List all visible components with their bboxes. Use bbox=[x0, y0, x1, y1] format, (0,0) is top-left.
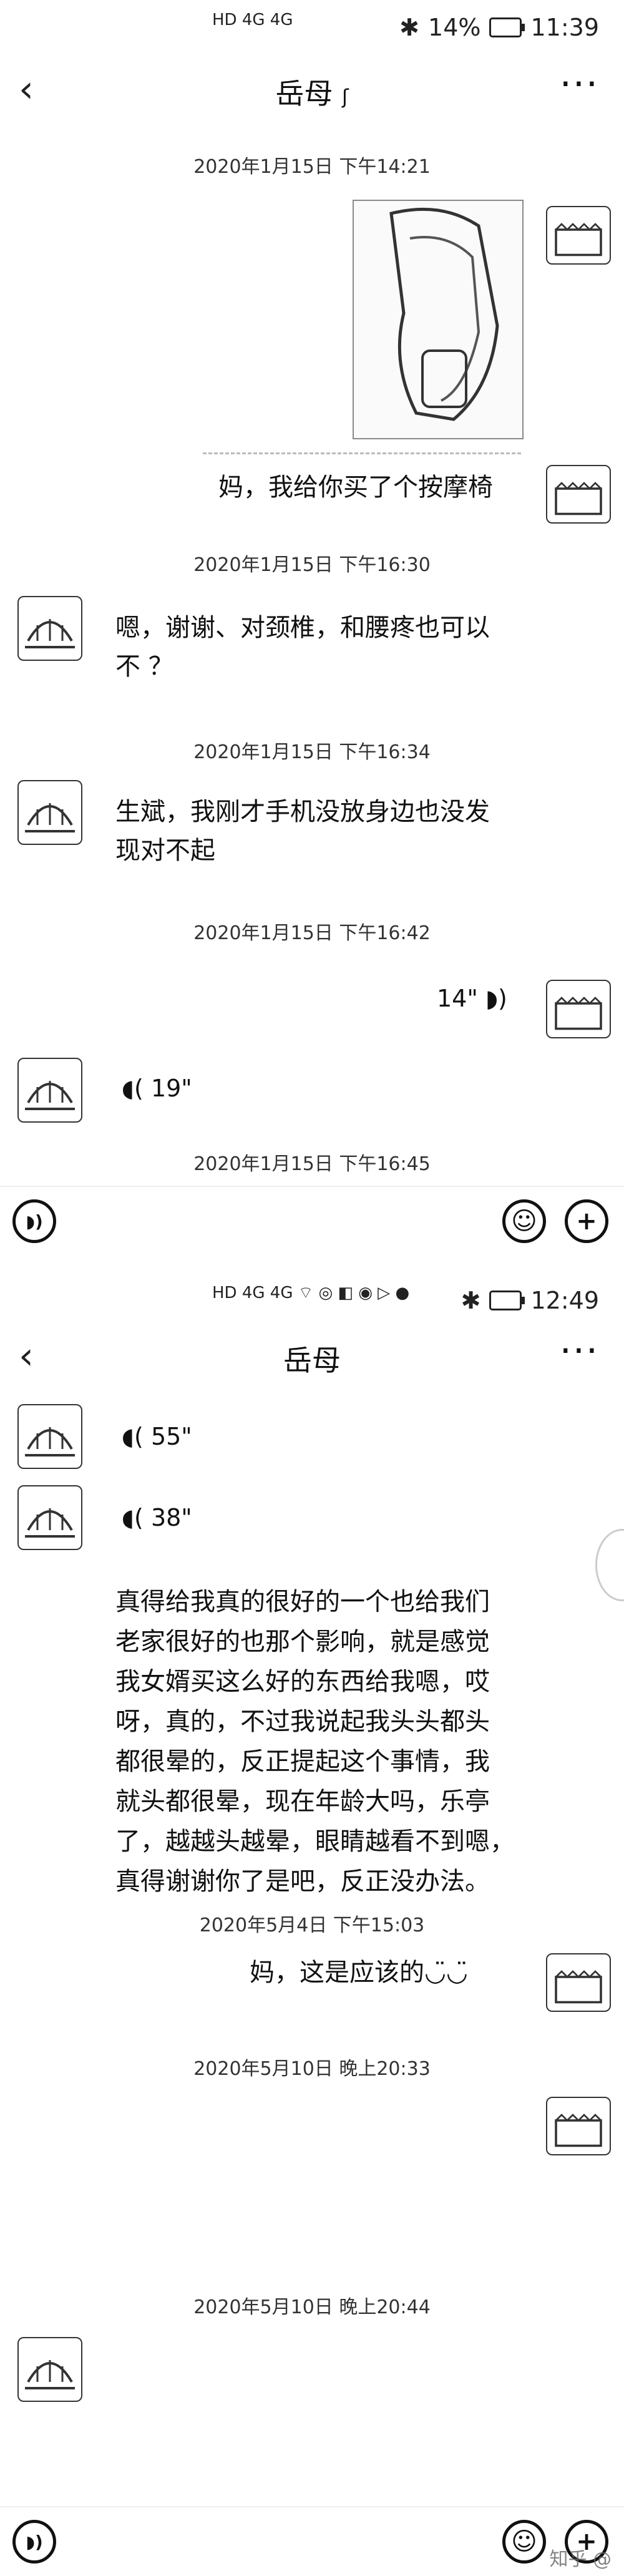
contact-avatar[interactable] bbox=[17, 596, 82, 661]
chat-header: ‹ 岳母 ʃ ··· bbox=[0, 56, 624, 125]
voice-input-icon[interactable]: ◗) bbox=[12, 2520, 56, 2564]
contact-avatar[interactable] bbox=[17, 2337, 82, 2402]
ear-icon: ʃ bbox=[341, 85, 349, 109]
my-avatar[interactable] bbox=[546, 206, 611, 265]
battery-percent: 14% bbox=[428, 14, 481, 41]
contact-avatar[interactable] bbox=[17, 1404, 82, 1469]
battery-icon bbox=[489, 17, 525, 37]
voice-duration: 14" bbox=[437, 985, 478, 1012]
message-text: 生斌，我刚才手机没放身边也没发 现对不起 bbox=[115, 798, 490, 865]
bubble-divider bbox=[203, 452, 521, 454]
timestamp: 2020年1月15日 下午16:45 bbox=[193, 1153, 431, 1175]
timestamp: 2020年5月10日 晚上20:44 bbox=[193, 2296, 431, 2318]
voice-duration: 38" bbox=[150, 1504, 192, 1531]
floating-handle[interactable] bbox=[595, 1529, 624, 1601]
clock: 12:49 bbox=[530, 1287, 599, 1314]
massage-chair-photo bbox=[389, 207, 499, 421]
chat-header: ‹ 岳母 ··· bbox=[0, 1323, 624, 1392]
battery-icon bbox=[489, 1290, 525, 1310]
signal-icon: HD 4G 4G ⌔ ◎ ◧ ◉ ▷ ● bbox=[212, 1284, 410, 1302]
voice-transcript: 真得给我真的很好的一个也给我们 老家很好的也那个影响，就是感觉 我女婿买这么好的… bbox=[115, 1588, 515, 1896]
contact-avatar[interactable] bbox=[17, 1058, 82, 1123]
signal-icon: HD 4G 4G bbox=[212, 11, 293, 29]
voice-wave-icon: ◖( bbox=[122, 1075, 144, 1102]
clock: 11:39 bbox=[530, 14, 599, 41]
status-bar: HD 4G 4G ⌔ ◎ ◧ ◉ ▷ ● ✱ 12:49 bbox=[0, 1273, 624, 1329]
message-text: 妈，这是应该的◡̈◡̈ bbox=[250, 1958, 468, 1987]
voice-wave-icon: ◖( bbox=[122, 1504, 144, 1531]
timestamp: 2020年1月15日 下午14:21 bbox=[193, 156, 431, 178]
chat-screen-2: HD 4G 4G ⌔ ◎ ◧ ◉ ▷ ● ✱ 12:49 ‹ 岳母 ··· ◖(… bbox=[0, 1273, 624, 2576]
message-text: 妈，我给你买了个按摩椅 bbox=[218, 473, 493, 502]
timestamp: 2020年1月15日 下午16:34 bbox=[193, 741, 431, 763]
photo-message[interactable] bbox=[353, 200, 524, 439]
input-bar: ◗) ☺ + bbox=[0, 1186, 624, 1256]
contact-avatar[interactable] bbox=[17, 1485, 82, 1550]
voice-duration: 19" bbox=[150, 1075, 192, 1102]
message-text: 嗯，谢谢、对颈椎，和腰疼也可以 不 ？ bbox=[115, 613, 490, 681]
chat-title: 岳母 ʃ bbox=[275, 77, 349, 110]
voice-message[interactable]: ◖( 55" bbox=[122, 1423, 192, 1450]
voice-message[interactable]: ◖( 19" bbox=[122, 1075, 192, 1102]
voice-duration: 55" bbox=[150, 1423, 192, 1450]
voice-message[interactable]: ◖( 38" bbox=[122, 1504, 192, 1531]
input-bar: ◗) ☺ + bbox=[0, 2506, 624, 2576]
timestamp: 2020年1月15日 下午16:42 bbox=[193, 922, 431, 944]
timestamp: 2020年1月15日 下午16:30 bbox=[193, 554, 431, 576]
more-icon[interactable]: ··· bbox=[560, 1329, 599, 1373]
chat-screen-1: HD 4G 4G ✱ 14% 11:39 ‹ 岳母 ʃ ··· 2020年1月1… bbox=[0, 0, 624, 1273]
voice-message[interactable]: 14" ◗) bbox=[437, 985, 507, 1012]
emoji-icon[interactable]: ☺ bbox=[502, 2520, 546, 2564]
plus-icon[interactable]: + bbox=[565, 1199, 608, 1243]
more-icon[interactable]: ··· bbox=[560, 62, 599, 106]
chat-title: 岳母 bbox=[283, 1344, 341, 1377]
voice-wave-icon: ◗) bbox=[485, 985, 507, 1012]
my-avatar[interactable] bbox=[546, 980, 611, 1038]
timestamp: 2020年5月4日 下午15:03 bbox=[199, 1915, 425, 1936]
bluetooth-icon: ✱ bbox=[399, 14, 420, 41]
my-avatar[interactable] bbox=[546, 2097, 611, 2155]
my-avatar[interactable] bbox=[546, 465, 611, 524]
my-avatar[interactable] bbox=[546, 1953, 611, 2012]
voice-wave-icon: ◖( bbox=[122, 1423, 144, 1450]
voice-input-icon[interactable]: ◗) bbox=[12, 1199, 56, 1243]
status-bar: HD 4G 4G ✱ 14% 11:39 bbox=[0, 0, 624, 56]
emoji-icon[interactable]: ☺ bbox=[502, 1199, 546, 1243]
bluetooth-icon: ✱ bbox=[461, 1287, 481, 1314]
timestamp: 2020年5月10日 晚上20:33 bbox=[193, 2058, 431, 2080]
watermark: 知乎 @ bbox=[549, 2549, 612, 2570]
contact-avatar[interactable] bbox=[17, 780, 82, 845]
